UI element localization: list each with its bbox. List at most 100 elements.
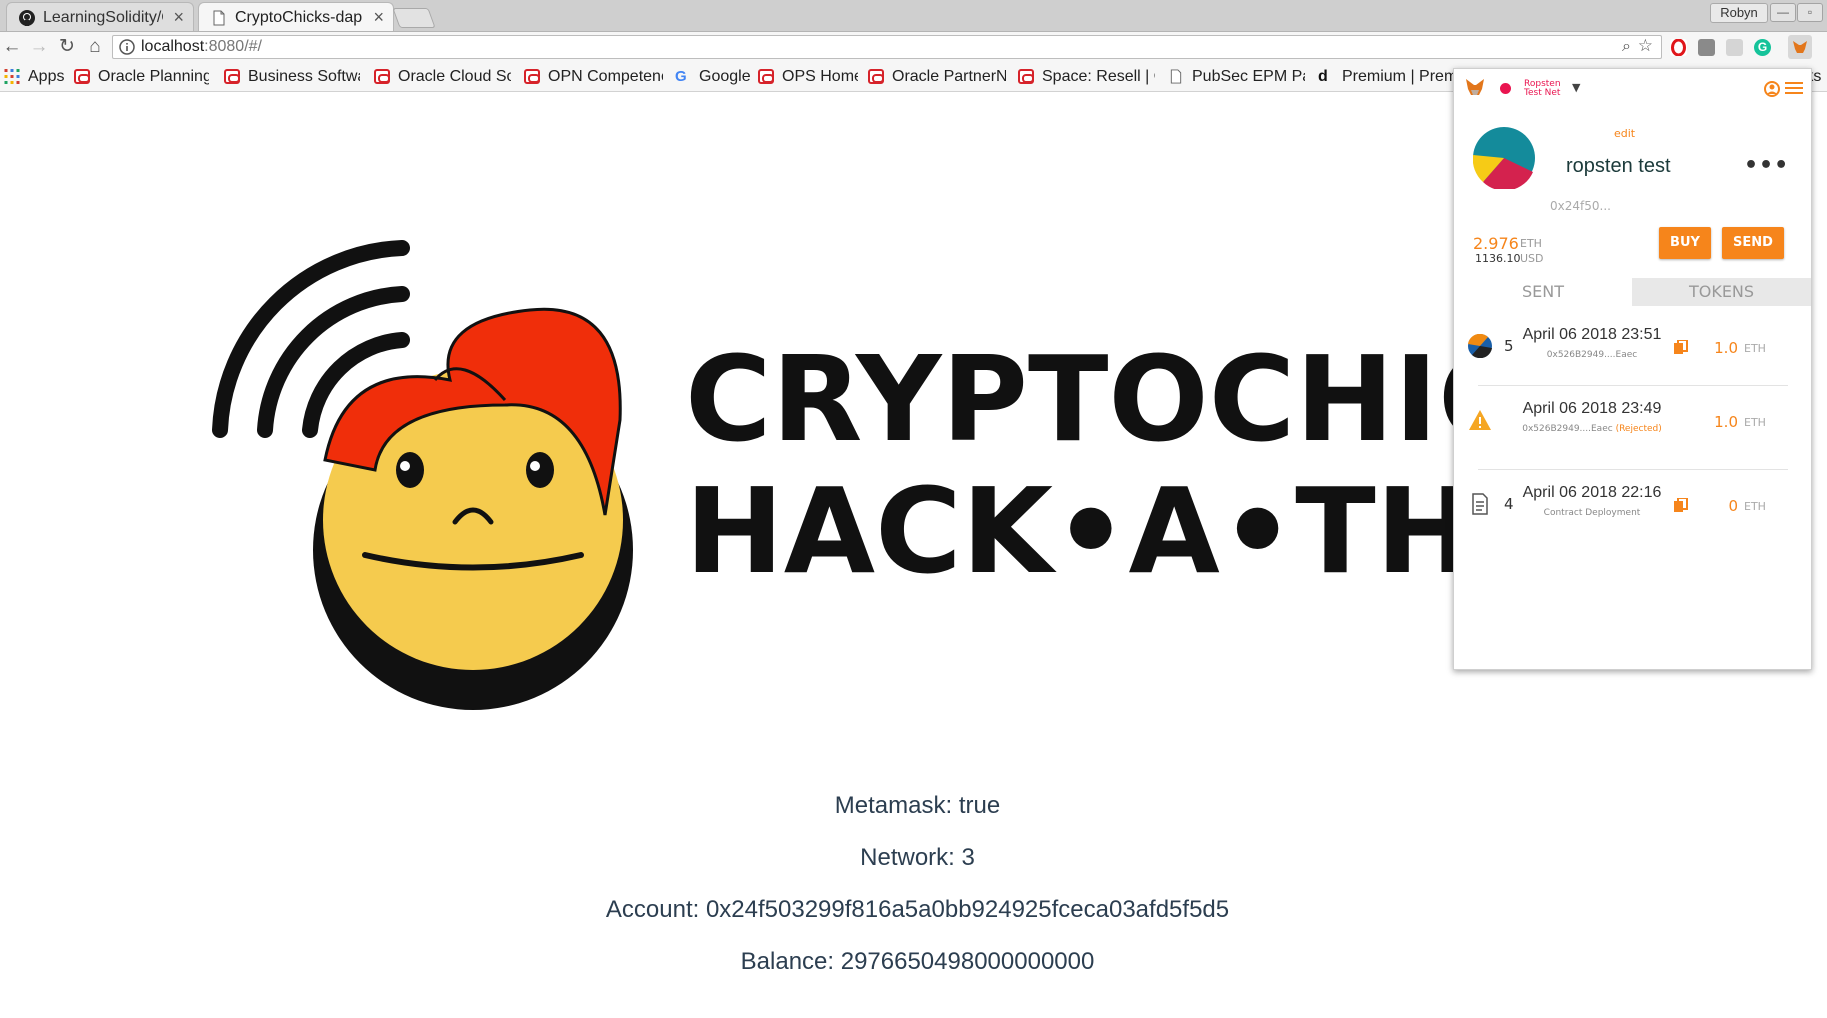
- tx-date: April 06 2018 23:51: [1522, 326, 1662, 343]
- identicon-icon: [1468, 334, 1492, 358]
- tx-address: 0x526B2949....Eaec: [1522, 424, 1613, 434]
- oracle-icon: [74, 69, 90, 84]
- tab-sent[interactable]: SENT: [1454, 278, 1632, 306]
- usd-balance: 1136.10: [1475, 252, 1521, 265]
- document-icon: [1170, 69, 1182, 84]
- more-options-icon[interactable]: •••: [1744, 153, 1789, 178]
- bookmark-label: Oracle Cloud Sol: [398, 68, 511, 85]
- metamask-header: Ropsten Test Net ▼: [1454, 69, 1811, 111]
- network-dot-icon: [1500, 83, 1511, 94]
- document-icon: [213, 10, 225, 26]
- metamask-fox-icon[interactable]: [1464, 78, 1486, 98]
- bookmark-label: Business Softwa: [248, 68, 360, 85]
- logo-line1: CRYPTOCHICKS: [685, 330, 1453, 468]
- bookmark-google[interactable]: G Google: [675, 62, 755, 91]
- address-bar[interactable]: localhost:8080/#/ ⌕ ☆: [112, 35, 1662, 59]
- url-text: localhost:8080/#/: [141, 36, 262, 58]
- tab-tokens[interactable]: TOKENS: [1632, 278, 1811, 306]
- tx-unit: ETH: [1744, 342, 1766, 355]
- home-icon[interactable]: ⌂: [83, 35, 107, 59]
- bookmark-opn-competency[interactable]: OPN Competenc: [524, 62, 663, 91]
- account-address[interactable]: 0x24f50...: [1550, 199, 1611, 213]
- forward-arrow-icon[interactable]: →: [27, 35, 51, 59]
- network-selector[interactable]: Ropsten Test Net: [1524, 80, 1561, 98]
- account-name: ropsten test: [1566, 155, 1671, 177]
- close-tab-icon[interactable]: ×: [373, 3, 384, 31]
- tab-label: CryptoChicks-dapp: [235, 9, 363, 26]
- new-tab-button[interactable]: [392, 8, 436, 28]
- cryptochicks-logo: CRYPTOCHICKS HACK•A•THON: [212, 240, 1453, 710]
- hamburger-menu-icon[interactable]: [1785, 79, 1803, 95]
- opera-extension-icon[interactable]: [1670, 38, 1687, 57]
- metamask-popup: Ropsten Test Net ▼ edit ropsten test •••…: [1453, 68, 1812, 670]
- grammarly-extension-icon[interactable]: G: [1754, 39, 1771, 56]
- tx-amount: 1.0: [1714, 339, 1738, 357]
- oracle-icon: [524, 69, 540, 84]
- account-switch-icon[interactable]: [1763, 80, 1781, 98]
- tx-amount: 1.0: [1714, 413, 1738, 431]
- bookmark-premium[interactable]: d Premium | Premi: [1318, 62, 1458, 91]
- bookmark-pubsec-epm[interactable]: PubSec EPM Par: [1168, 62, 1305, 91]
- bookmark-ops-home[interactable]: OPS Home: [758, 62, 858, 91]
- oracle-icon: [224, 69, 240, 84]
- buy-button[interactable]: BUY: [1659, 227, 1711, 259]
- eth-balance: 2.976: [1473, 234, 1519, 253]
- profile-button[interactable]: Robyn: [1710, 3, 1768, 23]
- tx-date: April 06 2018 23:49: [1522, 400, 1662, 417]
- tx-recipient: 0x526B2949....Eaec (Rejected): [1512, 424, 1672, 434]
- apps-grid-icon: [4, 69, 20, 84]
- bookmark-label: Google: [699, 68, 751, 85]
- oracle-icon: [758, 69, 774, 84]
- back-arrow-icon[interactable]: ←: [0, 35, 24, 59]
- close-tab-icon[interactable]: ×: [173, 3, 184, 31]
- metamask-tabs: SENT TOKENS: [1454, 278, 1811, 306]
- bookmark-business-software[interactable]: Business Softwa: [224, 62, 360, 91]
- url-path: :8080/#/: [204, 38, 262, 55]
- document-icon: [1472, 493, 1488, 515]
- info-icon[interactable]: [119, 39, 135, 55]
- transaction-row[interactable]: 5 April 06 2018 23:51 0x526B2949....Eaec…: [1454, 312, 1811, 384]
- tab-cryptochicks-dapp[interactable]: CryptoChicks-dapp ×: [198, 2, 394, 31]
- dapp-info: Metamask: true Network: 3 Account: 0x24f…: [300, 780, 1535, 988]
- tab-learningsolidity[interactable]: LearningSolidity/Cr ×: [6, 2, 194, 31]
- tx-address: Contract Deployment: [1543, 508, 1641, 518]
- chat-extension-icon[interactable]: [1726, 39, 1743, 56]
- url-host: localhost: [141, 38, 205, 55]
- bookmark-label: Space: Resell | Or: [1042, 68, 1155, 85]
- tx-date: April 06 2018 22:16: [1522, 484, 1662, 501]
- tx-amount: 0: [1728, 497, 1738, 515]
- tx-recipient: 0x526B2949....Eaec: [1512, 350, 1672, 360]
- browser-toolbar: ← → ↻ ⌂ localhost:8080/#/ ⌕ ☆ G: [0, 32, 1827, 62]
- chevron-down-icon[interactable]: ▼: [1572, 81, 1580, 94]
- transaction-row[interactable]: 4 April 06 2018 22:16 Contract Deploymen…: [1454, 470, 1811, 542]
- bookmark-label: OPN Competenc: [548, 68, 663, 85]
- bookmark-oracle-cloud[interactable]: Oracle Cloud Sol: [374, 62, 511, 91]
- bookmark-apps[interactable]: Apps: [4, 62, 66, 91]
- bookmark-star-icon[interactable]: ☆: [1638, 36, 1653, 56]
- shield-extension-icon[interactable]: [1698, 39, 1715, 56]
- d-icon: d: [1318, 68, 1328, 85]
- bookmark-label: Apps: [28, 68, 65, 85]
- oracle-icon: [374, 69, 390, 84]
- metamask-extension-icon[interactable]: [1788, 35, 1812, 59]
- bookmark-oracle-partnernetwork[interactable]: Oracle PartnerN: [868, 62, 1006, 91]
- bookmark-label: Oracle Planning: [98, 68, 209, 85]
- github-icon: [19, 10, 35, 26]
- edit-account-link[interactable]: edit: [1614, 127, 1635, 140]
- oracle-icon: [868, 69, 884, 84]
- tx-address: 0x526B2949....Eaec: [1546, 350, 1638, 360]
- browser-tab-strip: LearningSolidity/Cr × CryptoChicks-dapp …: [0, 0, 1827, 32]
- warning-icon: [1469, 410, 1491, 430]
- bookmark-oracle-planning[interactable]: Oracle Planning: [74, 62, 209, 91]
- reload-icon[interactable]: ↻: [55, 35, 79, 59]
- google-icon: G: [675, 68, 687, 85]
- tab-label: LearningSolidity/Cr: [43, 9, 163, 26]
- maximize-window-button[interactable]: ▫: [1797, 3, 1823, 22]
- minimize-window-button[interactable]: —: [1770, 3, 1796, 22]
- send-button[interactable]: SEND: [1722, 227, 1784, 259]
- metamask-status: Metamask: true: [834, 792, 1001, 819]
- bookmark-space-resell[interactable]: Space: Resell | Or: [1018, 62, 1155, 91]
- network-type: Test Net: [1524, 88, 1561, 98]
- transaction-row[interactable]: April 06 2018 23:49 0x526B2949....Eaec (…: [1454, 386, 1811, 458]
- zoom-icon[interactable]: ⌕: [1622, 38, 1631, 56]
